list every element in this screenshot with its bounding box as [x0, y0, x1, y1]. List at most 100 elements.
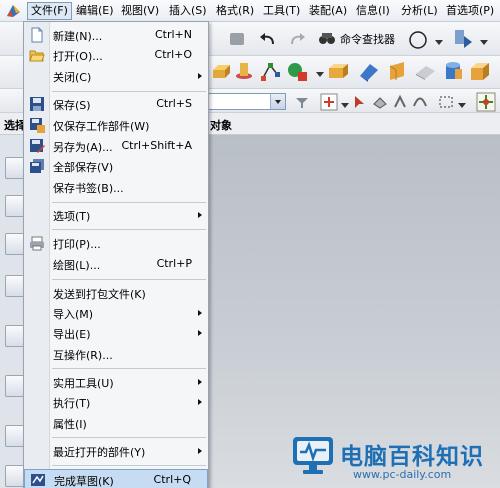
menu-item-label: 实用工具(U)	[53, 377, 114, 390]
filter-icon[interactable]	[294, 94, 310, 113]
menu-preferences[interactable]: 首选项(P)	[443, 2, 497, 20]
chevron-down-icon[interactable]	[480, 36, 488, 49]
menu-assembly[interactable]: 装配(A)	[306, 2, 350, 20]
watermark-monitor-icon	[291, 433, 335, 477]
redo-icon[interactable]	[287, 30, 307, 51]
menu-item-label: 保存书签(B)...	[53, 182, 124, 195]
menu-tools[interactable]: 工具(T)	[260, 2, 303, 20]
navigator-column-header: 对象	[210, 119, 232, 132]
block-icon[interactable]	[327, 62, 349, 83]
save-icon	[29, 96, 45, 112]
extrude-icon[interactable]	[210, 62, 230, 85]
chevron-down-icon[interactable]	[458, 99, 466, 112]
menu-item-label: 仅保存工作部件(W)	[53, 120, 150, 133]
revolve-icon[interactable]	[233, 60, 255, 85]
menu-item-recent-parts[interactable]: 最近打开的部件(Y)	[24, 441, 208, 461]
submenu-arrow-icon	[198, 448, 202, 454]
chevron-down-icon[interactable]	[270, 94, 285, 109]
menu-item-save-as[interactable]: 另存为(A)... Ctrl+Shift+A	[24, 136, 208, 156]
menu-item-save-all[interactable]: 全部保存(V)	[24, 156, 208, 176]
menu-item-export[interactable]: 导出(E)	[24, 323, 208, 343]
menu-item-print[interactable]: 打印(P)...	[24, 233, 208, 253]
file-menu-dropdown: 新建(N)... Ctrl+N 打开(O)... Ctrl+O 关闭(C) 保存…	[23, 21, 209, 488]
menu-item-label: 导入(M)	[53, 308, 94, 321]
menu-item-import[interactable]: 导入(M)	[24, 303, 208, 323]
submenu-arrow-icon	[198, 73, 202, 79]
save-work-part-icon	[29, 117, 45, 133]
menu-separator	[52, 91, 206, 92]
menu-insert[interactable]: 插入(S)	[166, 2, 210, 20]
chevron-down-icon[interactable]	[341, 99, 349, 112]
menu-item-label: 另存为(A)...	[53, 141, 113, 154]
menu-item-options[interactable]: 选项(T)	[24, 205, 208, 225]
menu-item-save[interactable]: 保存(S) Ctrl+S	[24, 94, 208, 114]
menu-item-label: 完成草图(K)	[54, 475, 114, 488]
menu-item-label: 打印(P)...	[53, 238, 101, 251]
cylinder-icon[interactable]	[442, 60, 464, 85]
rectangle-select-icon[interactable]	[438, 94, 454, 113]
menu-separator	[52, 368, 206, 369]
menu-item-send-to-package[interactable]: 发送到打包文件(K)	[24, 283, 208, 303]
selection-filter-dropdown[interactable]	[200, 93, 286, 110]
box-icon[interactable]	[468, 60, 490, 85]
menu-item-properties[interactable]: 属性(I)	[24, 413, 208, 433]
menu-item-shortcut: Ctrl+N	[154, 28, 192, 41]
menu-item-finish-sketch[interactable]: 完成草图(K) Ctrl+Q	[24, 469, 208, 488]
menu-item-label: 全部保存(V)	[53, 161, 114, 174]
menu-item-label: 新建(N)...	[53, 30, 103, 43]
menu-view[interactable]: 视图(V)	[118, 2, 162, 20]
menu-item-shortcut: Ctrl+P	[156, 257, 192, 270]
arrow-select-icon[interactable]	[352, 94, 368, 113]
app-logo-icon[interactable]	[5, 3, 22, 19]
menu-format[interactable]: 格式(R)	[213, 2, 257, 20]
menu-item-label: 选项(T)	[53, 210, 91, 223]
menu-information[interactable]: 信息(I)	[353, 2, 393, 20]
menu-item-utilities[interactable]: 实用工具(U)	[24, 372, 208, 392]
menu-separator	[52, 229, 206, 230]
edge-select-icon[interactable]	[392, 94, 408, 113]
info-tool-icon[interactable]	[452, 28, 474, 53]
menu-item-label: 执行(T)	[53, 397, 91, 410]
menu-item-label: 打开(O)...	[53, 50, 103, 63]
chevron-down-icon[interactable]	[316, 68, 324, 81]
submenu-arrow-icon	[198, 330, 202, 336]
menu-edit[interactable]: 编辑(E)	[73, 2, 117, 20]
watermark-url: www.pc-daily.com	[353, 468, 452, 481]
gray-part-icon[interactable]	[228, 30, 246, 51]
snap-grid-icon[interactable]	[476, 92, 496, 115]
datum-icon[interactable]	[286, 60, 308, 85]
menu-item-label: 关闭(C)	[53, 71, 92, 84]
menu-item-label: 互操作(R)...	[53, 349, 113, 362]
face-select-icon[interactable]	[372, 94, 388, 113]
menu-item-interoperate[interactable]: 互操作(R)...	[24, 344, 208, 364]
menu-file[interactable]: 文件(F)	[27, 2, 72, 20]
circle-icon[interactable]	[408, 30, 428, 53]
command-finder-label[interactable]: 命令查找器	[340, 31, 395, 47]
curve-select-icon[interactable]	[412, 94, 428, 113]
menu-item-label: 属性(I)	[53, 418, 87, 431]
snap-point-icon[interactable]	[320, 93, 338, 114]
menu-item-shortcut: Ctrl+O	[154, 48, 192, 61]
flat-plate-icon[interactable]	[414, 62, 436, 83]
undo-icon[interactable]	[258, 30, 278, 51]
sheet-icon[interactable]	[358, 60, 380, 85]
chevron-down-icon[interactable]	[435, 36, 443, 49]
print-icon	[29, 235, 45, 251]
menu-item-close[interactable]: 关闭(C)	[24, 66, 208, 86]
menu-item-save-work-part[interactable]: 仅保存工作部件(W)	[24, 115, 208, 135]
menu-separator	[52, 465, 206, 466]
menu-item-open[interactable]: 打开(O)... Ctrl+O	[24, 45, 208, 65]
menu-separator	[52, 437, 206, 438]
menu-item-save-bookmark[interactable]: 保存书签(B)...	[24, 177, 208, 197]
binoculars-icon[interactable]	[318, 30, 336, 49]
open-folder-icon	[29, 47, 45, 63]
menu-item-execute[interactable]: 执行(T)	[24, 392, 208, 412]
menu-bar: 文件(F) 编辑(E) 视图(V) 插入(S) 格式(R) 工具(T) 装配(A…	[0, 0, 500, 22]
menu-item-new[interactable]: 新建(N)... Ctrl+N	[24, 25, 208, 45]
menu-item-label: 保存(S)	[53, 99, 91, 112]
shell-icon[interactable]	[386, 60, 408, 85]
sketch-points-icon[interactable]	[259, 60, 281, 85]
menu-item-plot[interactable]: 绘图(L)... Ctrl+P	[24, 254, 208, 274]
menu-analysis[interactable]: 分析(L)	[398, 2, 441, 20]
menu-item-label: 最近打开的部件(Y)	[53, 446, 146, 459]
